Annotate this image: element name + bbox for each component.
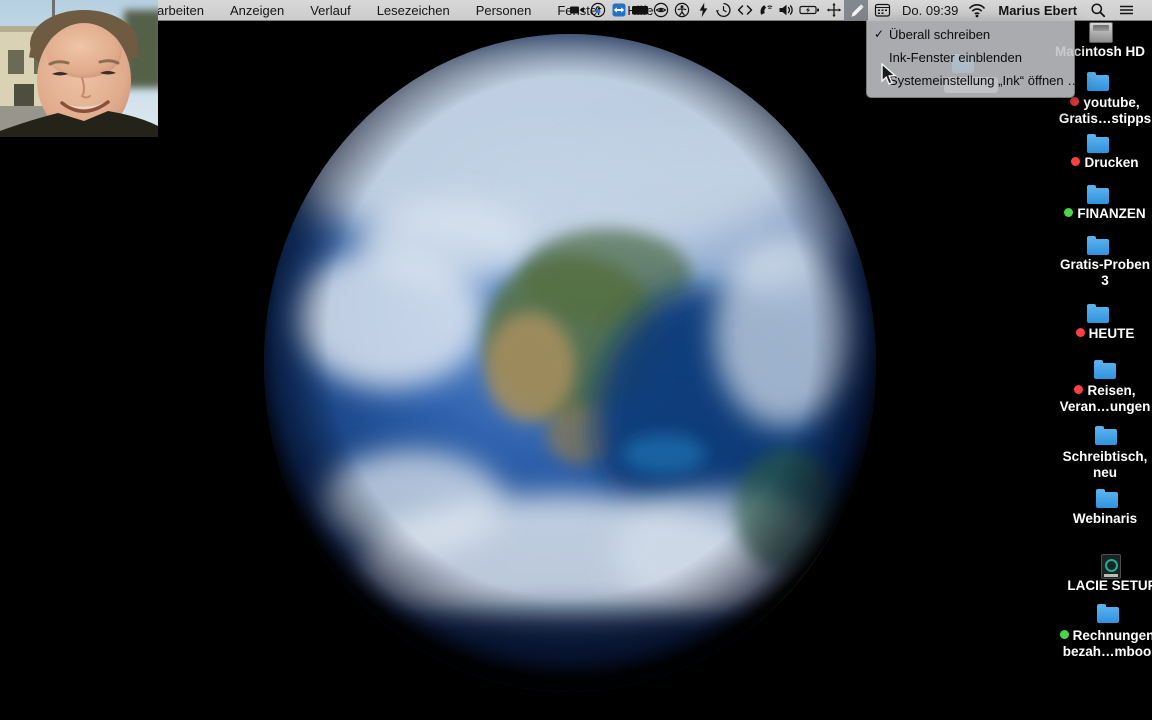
- desktop-label-rechnungen[interactable]: Rechnungen bezah…mboo: [1032, 628, 1152, 660]
- desktop-icon-gratis-proben[interactable]: [1087, 236, 1109, 255]
- menu-verlauf[interactable]: Verlauf: [310, 3, 350, 18]
- calendar-icon[interactable]: [868, 0, 896, 20]
- ink-dropdown-menu: ✓ Überall schreiben Ink-Fenster einblend…: [866, 20, 1080, 98]
- desktop-label-webinaris[interactable]: Webinaris: [1030, 511, 1152, 527]
- green-tag-dot: [1059, 630, 1069, 639]
- folder-icon: [1097, 604, 1119, 623]
- desktop-label-reisen[interactable]: Reisen, Veran…ungen: [1030, 383, 1152, 415]
- desktop-icon-webinaris[interactable]: [1096, 489, 1118, 508]
- status-icons: Do. 09:39 Marius Ebert: [566, 0, 1141, 20]
- menu-item-ueberall-schreiben[interactable]: ✓ Überall schreiben: [867, 23, 1074, 46]
- desktop-label-lacie-setup[interactable]: LACIE SETUP: [1037, 578, 1152, 594]
- desktop-label-heute[interactable]: HEUTE: [1030, 326, 1152, 342]
- red-tag-dot: [1074, 385, 1084, 394]
- user-menu[interactable]: Marius Ebert: [998, 3, 1077, 18]
- folder-icon: [1096, 489, 1118, 508]
- desktop-icon-lacie-setup[interactable]: [1101, 554, 1121, 579]
- video-camera-icon[interactable]: [566, 0, 587, 20]
- flash-icon[interactable]: [692, 0, 713, 20]
- menu-bearbeiten-partial[interactable]: arbeiten: [157, 3, 204, 18]
- display-icon[interactable]: [629, 0, 650, 20]
- eye-icon[interactable]: [650, 0, 671, 20]
- desktop-label-schreibtisch[interactable]: Schreibtisch, neu: [1030, 449, 1152, 481]
- desktop-icon-schreibtisch[interactable]: [1095, 426, 1117, 445]
- desktop-icon-rechnungen[interactable]: [1097, 604, 1119, 623]
- folder-icon: [1087, 134, 1109, 153]
- desktop-label-youtube[interactable]: youtube, Gratis…stipps: [1030, 95, 1152, 127]
- lock-icon[interactable]: [587, 0, 608, 20]
- wifi-icon[interactable]: [964, 0, 990, 20]
- presenter-photo: [0, 0, 158, 137]
- desktop-label-gratis-proben[interactable]: Gratis-Proben 3: [1030, 257, 1152, 289]
- time-machine-icon[interactable]: [713, 0, 734, 20]
- desktop-icon-heute[interactable]: [1087, 304, 1109, 323]
- battery-icon[interactable]: [797, 0, 823, 20]
- desktop-label-drucken[interactable]: Drucken: [1030, 155, 1152, 171]
- desktop-icon-youtube[interactable]: [1087, 72, 1109, 91]
- green-tag-dot: [1064, 208, 1074, 217]
- folder-icon: [1087, 236, 1109, 255]
- desktop-icon-reisen[interactable]: [1094, 360, 1116, 379]
- menu-personen[interactable]: Personen: [476, 3, 532, 18]
- folder-icon: [1095, 426, 1117, 445]
- checkmark-icon: ✓: [874, 27, 885, 41]
- spotlight-search-icon[interactable]: [1085, 0, 1111, 20]
- red-tag-dot: [1070, 97, 1080, 106]
- desktop-icon-finanzen[interactable]: [1087, 185, 1109, 204]
- folder-icon: [1087, 72, 1109, 91]
- ink-pencil-icon: [851, 4, 864, 17]
- menu-item-systemeinstellung-ink[interactable]: Systemeinstellung „Ink“ öffnen …: [867, 69, 1080, 92]
- menu-anzeigen[interactable]: Anzeigen: [230, 3, 284, 18]
- move-arrows-icon[interactable]: [823, 0, 844, 20]
- earth-wallpaper: [264, 34, 876, 692]
- folder-icon: [1094, 360, 1116, 379]
- menu-clock[interactable]: Do. 09:39: [902, 3, 958, 18]
- red-tag-dot: [1071, 157, 1081, 166]
- desktop-label-finanzen[interactable]: FINANZEN: [1030, 206, 1152, 222]
- desktop-icon-macintosh-hd[interactable]: [1089, 22, 1113, 43]
- menu-bar: arbeiten Anzeigen Verlauf Lesezeichen Pe…: [0, 0, 1152, 21]
- folder-icon: [1087, 304, 1109, 323]
- accessibility-icon[interactable]: [671, 0, 692, 20]
- lacie-drive-icon: [1101, 554, 1121, 579]
- hard-drive-icon: [1089, 22, 1113, 43]
- code-brackets-icon[interactable]: [734, 0, 755, 20]
- menu-lesezeichen[interactable]: Lesezeichen: [377, 3, 450, 18]
- menu-item-ink-fenster-einblenden[interactable]: Ink-Fenster einblenden: [867, 46, 1074, 69]
- ink-pencil-menu-open[interactable]: [844, 0, 868, 20]
- volume-icon[interactable]: [776, 0, 797, 20]
- webcam-overlay: [0, 0, 158, 137]
- notification-center-icon[interactable]: [1111, 0, 1141, 20]
- teamviewer-icon[interactable]: [608, 0, 629, 20]
- red-tag-dot: [1075, 328, 1085, 337]
- folder-icon: [1087, 185, 1109, 204]
- desktop-icon-drucken[interactable]: [1087, 134, 1109, 153]
- phone-icon[interactable]: [755, 0, 776, 20]
